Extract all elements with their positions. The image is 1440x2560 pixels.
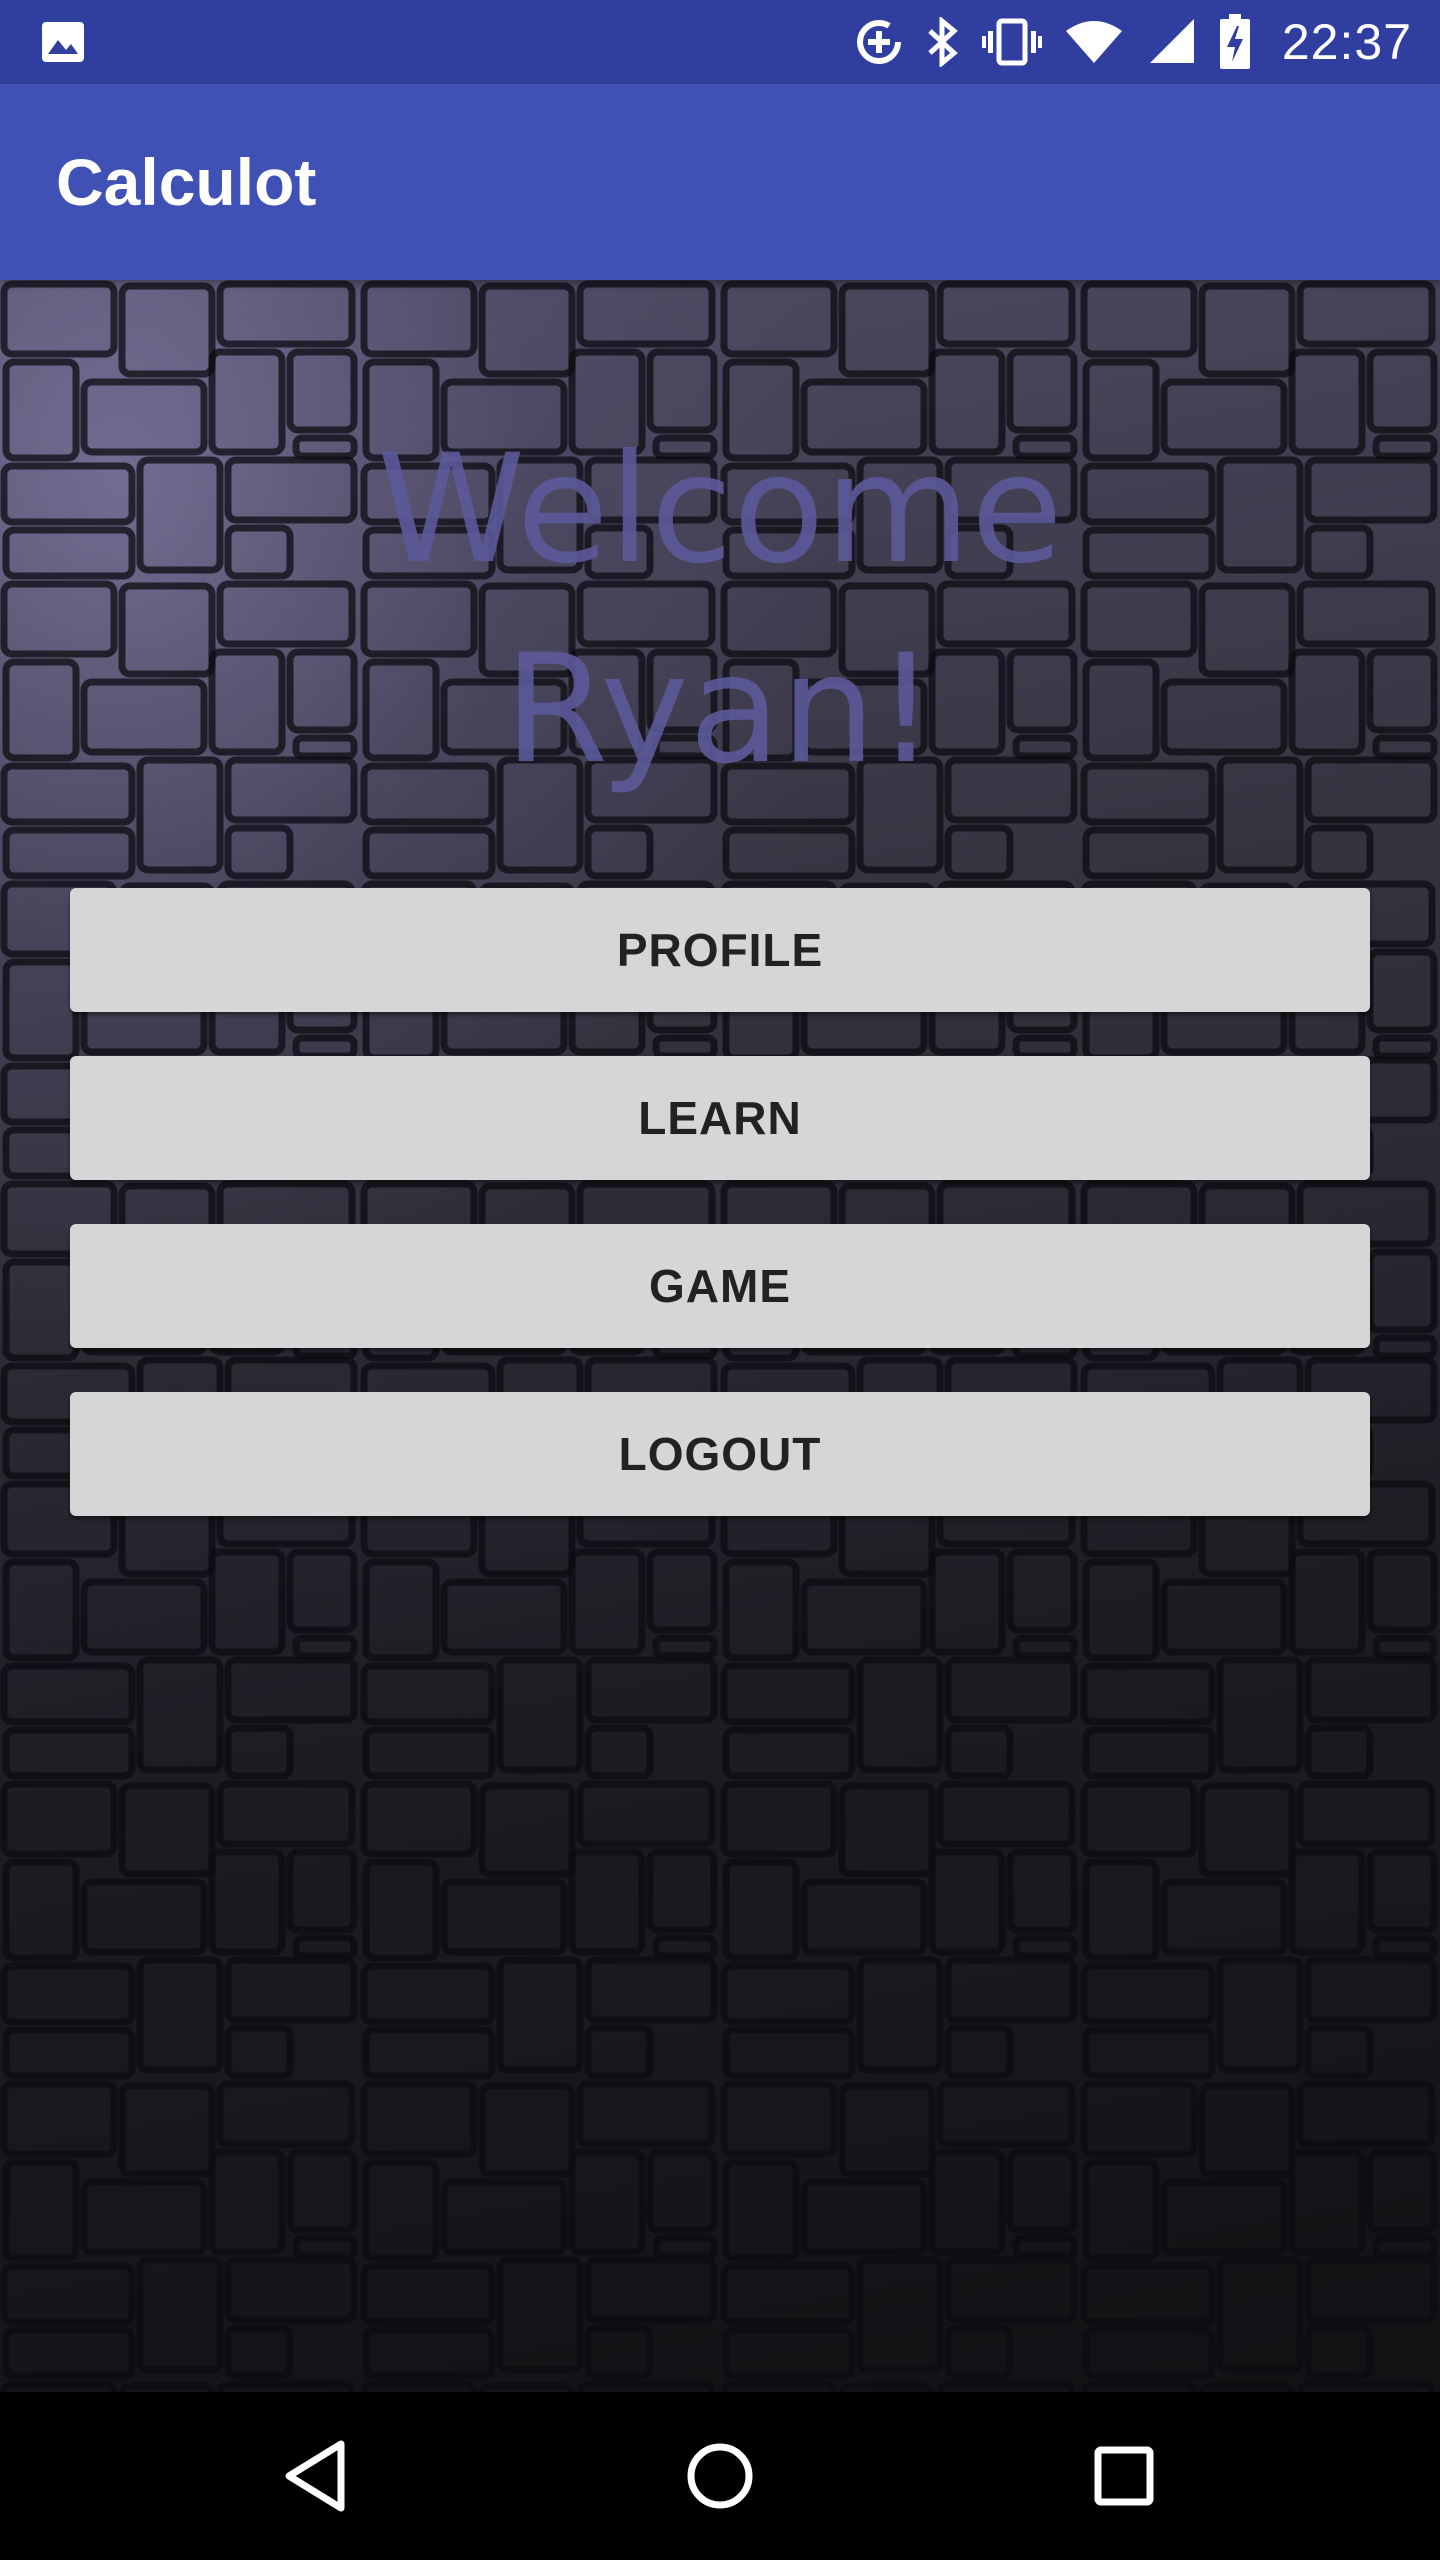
learn-button[interactable]: LEARN [70,1056,1370,1180]
battery-charging-icon [1219,14,1250,69]
game-button[interactable]: GAME [70,1224,1370,1348]
recents-button[interactable] [1040,2392,1208,2560]
back-icon [285,2440,345,2512]
signal-icon [1149,19,1194,63]
app-title: Calculot [56,145,317,219]
screen: 22:37 Calculot Welcome Ryan! PROFILE LEA… [0,0,1440,2560]
main-content: Welcome Ryan! PROFILE LEARN GAME LOGOUT [0,280,1440,2392]
welcome-line-1: Welcome [376,423,1064,597]
vibrate-icon [981,18,1042,66]
image-notification-icon [42,22,84,62]
home-icon [687,2443,753,2509]
welcome-heading: Welcome Ryan! [0,410,1440,810]
app-bar: Calculot [0,84,1440,280]
navigation-bar [0,2392,1440,2560]
home-button[interactable] [636,2392,804,2560]
status-bar: 22:37 [0,0,1440,84]
status-icons: 22:37 [854,0,1412,84]
logout-button[interactable]: LOGOUT [70,1392,1370,1516]
back-button[interactable] [232,2392,400,2560]
recents-icon [1094,2446,1154,2506]
data-saver-icon [856,20,901,64]
bluetooth-icon [928,17,958,67]
clock: 22:37 [1281,14,1412,70]
wifi-icon [1065,21,1122,63]
welcome-line-2: Ryan! [504,623,936,797]
profile-button[interactable]: PROFILE [70,888,1370,1012]
